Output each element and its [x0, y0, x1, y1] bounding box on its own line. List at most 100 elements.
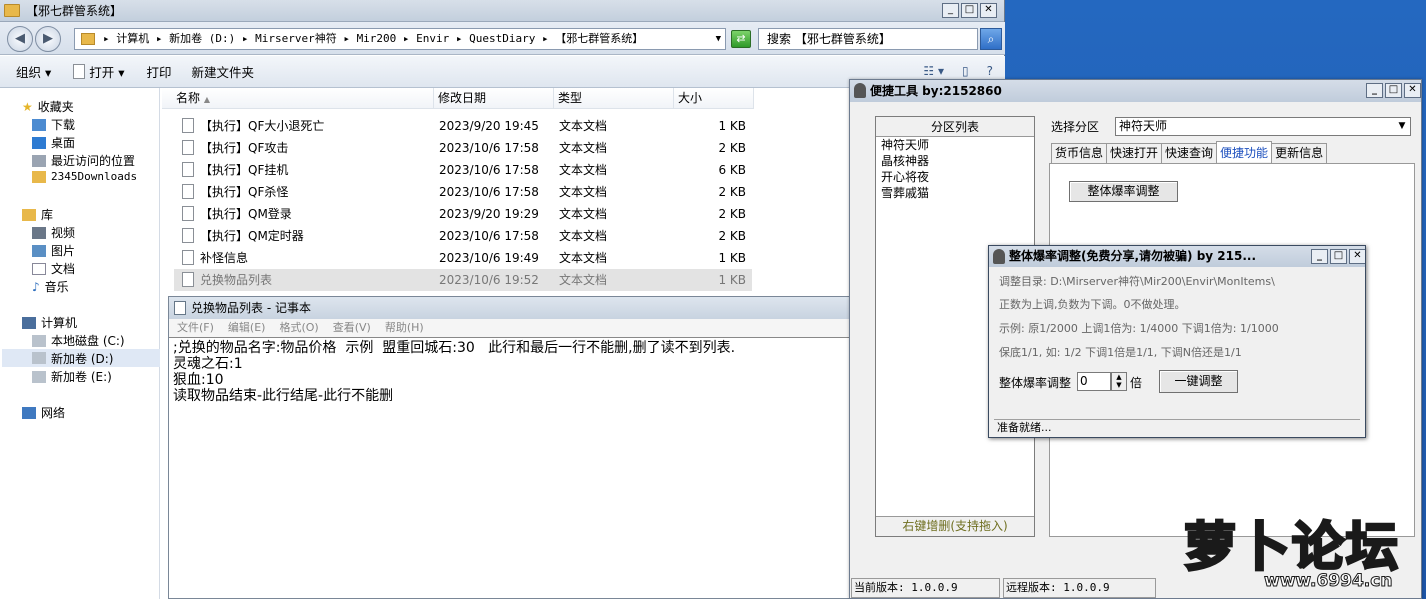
- rate-input[interactable]: 0: [1077, 372, 1111, 391]
- maximize-button[interactable]: □: [961, 3, 978, 18]
- tab-convenience[interactable]: 便捷功能: [1216, 141, 1273, 162]
- file-type: 文本文档: [559, 141, 608, 155]
- menu-format[interactable]: 格式(O): [279, 319, 318, 337]
- close-button[interactable]: ✕: [1349, 249, 1365, 264]
- column-size[interactable]: 大小: [674, 88, 754, 109]
- document-icon: [32, 262, 46, 275]
- search-icon[interactable]: ⌕: [980, 28, 1002, 50]
- tab-update[interactable]: 更新信息: [1271, 143, 1328, 163]
- nav-recent[interactable]: 最近访问的位置: [32, 152, 135, 169]
- nav-label: 文档: [51, 262, 76, 276]
- file-row[interactable]: 【执行】QF杀怪 2023/10/6 17:58 文本文档 2 KB: [174, 181, 752, 203]
- file-size: 2 KB: [718, 141, 746, 155]
- file-row[interactable]: 【执行】QF挂机 2023/10/6 17:58 文本文档 6 KB: [174, 159, 752, 181]
- tab-currency[interactable]: 货币信息: [1051, 143, 1108, 163]
- nav-desktop[interactable]: 桌面: [32, 134, 75, 151]
- print-button[interactable]: 打印: [147, 62, 172, 81]
- nav-2345downloads[interactable]: 2345Downloads: [32, 170, 137, 183]
- column-type[interactable]: 类型: [554, 88, 674, 109]
- text-line: 狠血:10: [173, 372, 224, 388]
- nav-drive-c[interactable]: 本地磁盘 (C:): [32, 332, 125, 349]
- column-modified[interactable]: 修改日期: [434, 88, 554, 109]
- chevron-down-icon[interactable]: ▼: [1394, 118, 1410, 135]
- nav-downloads[interactable]: 下载: [32, 116, 75, 133]
- document-icon: [73, 64, 86, 79]
- file-date: 2023/10/6 17:58: [439, 229, 539, 243]
- menu-view[interactable]: 查看(V): [333, 319, 371, 337]
- picture-icon: [32, 244, 46, 257]
- nav-drive-d[interactable]: 新加卷 (D:): [2, 349, 160, 367]
- nav-pictures[interactable]: 图片: [32, 242, 75, 259]
- close-button[interactable]: ✕: [980, 3, 997, 18]
- open-label: 打开 ▾: [89, 65, 125, 80]
- nav-music[interactable]: ♪ 音乐: [32, 278, 69, 295]
- nav-favorites[interactable]: ★ 收藏夹: [22, 98, 74, 115]
- nav-label: 图片: [51, 244, 76, 258]
- menu-help[interactable]: 帮助(H): [385, 319, 424, 337]
- group-item[interactable]: 神符天师: [876, 137, 1034, 153]
- nav-library[interactable]: 库: [22, 206, 53, 223]
- group-item[interactable]: 雪葬戚猫: [876, 185, 1034, 201]
- file-date: 2023/10/6 17:58: [439, 163, 539, 177]
- tab-quick-query[interactable]: 快速查询: [1161, 143, 1218, 163]
- maximize-button[interactable]: □: [1385, 83, 1402, 98]
- file-row[interactable]: 【执行】QM登录 2023/9/20 19:29 文本文档 2 KB: [174, 203, 752, 225]
- select-group-label: 选择分区: [1051, 120, 1100, 134]
- close-button[interactable]: ✕: [1404, 83, 1421, 98]
- logo-url: www.6994.cn: [1263, 571, 1393, 592]
- file-type: 文本文档: [559, 207, 608, 221]
- group-item[interactable]: 晶核神器: [876, 153, 1034, 169]
- refresh-icon[interactable]: ⇄: [731, 30, 751, 48]
- menu-edit[interactable]: 编辑(E): [228, 319, 266, 337]
- file-row[interactable]: 【执行】QF大小退死亡 2023/9/20 19:45 文本文档 1 KB: [174, 115, 752, 137]
- group-item[interactable]: 开心将夜: [876, 169, 1034, 185]
- forward-button[interactable]: ▶: [35, 26, 61, 52]
- open-button[interactable]: 打开 ▾: [73, 62, 125, 81]
- group-select[interactable]: 神符天师 ▼: [1115, 117, 1411, 136]
- tab-quick-open[interactable]: 快速打开: [1106, 143, 1163, 163]
- nav-network[interactable]: 网络: [22, 404, 65, 421]
- file-row[interactable]: 兑换物品列表 2023/10/6 19:52 文本文档 1 KB: [174, 269, 752, 291]
- minimize-button[interactable]: _: [1366, 83, 1383, 98]
- file-row[interactable]: 【执行】QM定时器 2023/10/6 17:58 文本文档 2 KB: [174, 225, 752, 247]
- current-version: 当前版本: 1.0.0.9: [851, 578, 1000, 598]
- menu-file[interactable]: 文件(F): [177, 319, 214, 337]
- app-icon: [993, 249, 1005, 264]
- tab-bar: 货币信息 快速打开 快速查询 便捷功能 更新信息: [1051, 141, 1328, 163]
- help-icon[interactable]: ?: [987, 64, 993, 78]
- new-folder-button[interactable]: 新建文件夹: [192, 62, 255, 81]
- search-input[interactable]: 搜索 【邪七群管系统】: [758, 28, 978, 50]
- drive-icon: [32, 352, 46, 364]
- maximize-button[interactable]: □: [1330, 249, 1347, 264]
- dialog-titlebar: 整体爆率调整(免费分享,请勿被骗) by 215... _ □ ✕: [989, 246, 1365, 267]
- file-size: 2 KB: [718, 207, 746, 221]
- organize-button[interactable]: 组织 ▾: [16, 62, 51, 81]
- drop-rate-adjust-button[interactable]: 整体爆率调整: [1069, 181, 1178, 202]
- nav-computer[interactable]: 计算机: [22, 314, 77, 331]
- column-name[interactable]: 名称 ▲: [162, 88, 434, 109]
- nav-drive-e[interactable]: 新加卷 (E:): [32, 368, 112, 385]
- file-row[interactable]: 补怪信息 2023/10/6 19:49 文本文档 1 KB: [174, 247, 752, 269]
- file-name: 补怪信息: [200, 251, 249, 265]
- text-file-icon: [182, 162, 194, 177]
- desktop-icon: [32, 136, 46, 149]
- back-button[interactable]: ◀: [7, 26, 33, 52]
- notepad-text-area[interactable]: ;兑换的物品名字:物品价格 示例 盟重回城石:30 此行和最后一行不能删,删了读…: [169, 337, 853, 406]
- one-click-adjust-button[interactable]: 一键调整: [1159, 370, 1238, 393]
- address-bar[interactable]: ▸ 计算机 ▸ 新加卷 (D:) ▸ Mirserver神符 ▸ Mir200 …: [74, 28, 726, 50]
- nav-videos[interactable]: 视频: [32, 224, 75, 241]
- tool-title: 便捷工具 by:2152860: [870, 84, 1002, 98]
- nav-label: 库: [41, 208, 54, 222]
- minimize-button[interactable]: _: [942, 3, 959, 18]
- chevron-down-icon[interactable]: ▼: [716, 29, 721, 49]
- minimize-button[interactable]: _: [1311, 249, 1328, 264]
- file-row[interactable]: 【执行】QF攻击 2023/10/6 17:58 文本文档 2 KB: [174, 137, 752, 159]
- view-options-icon[interactable]: ☷ ▾: [923, 64, 944, 78]
- column-label: 名称: [176, 91, 201, 105]
- drop-rate-dialog: 整体爆率调整(免费分享,请勿被骗) by 215... _ □ ✕ 调整目录: …: [988, 245, 1366, 438]
- spin-buttons[interactable]: ▲ ▼: [1111, 372, 1127, 391]
- downloads-icon: [32, 118, 46, 131]
- app-icon: [854, 83, 866, 98]
- preview-pane-icon[interactable]: ▯: [962, 64, 969, 78]
- nav-documents[interactable]: 文档: [32, 260, 75, 277]
